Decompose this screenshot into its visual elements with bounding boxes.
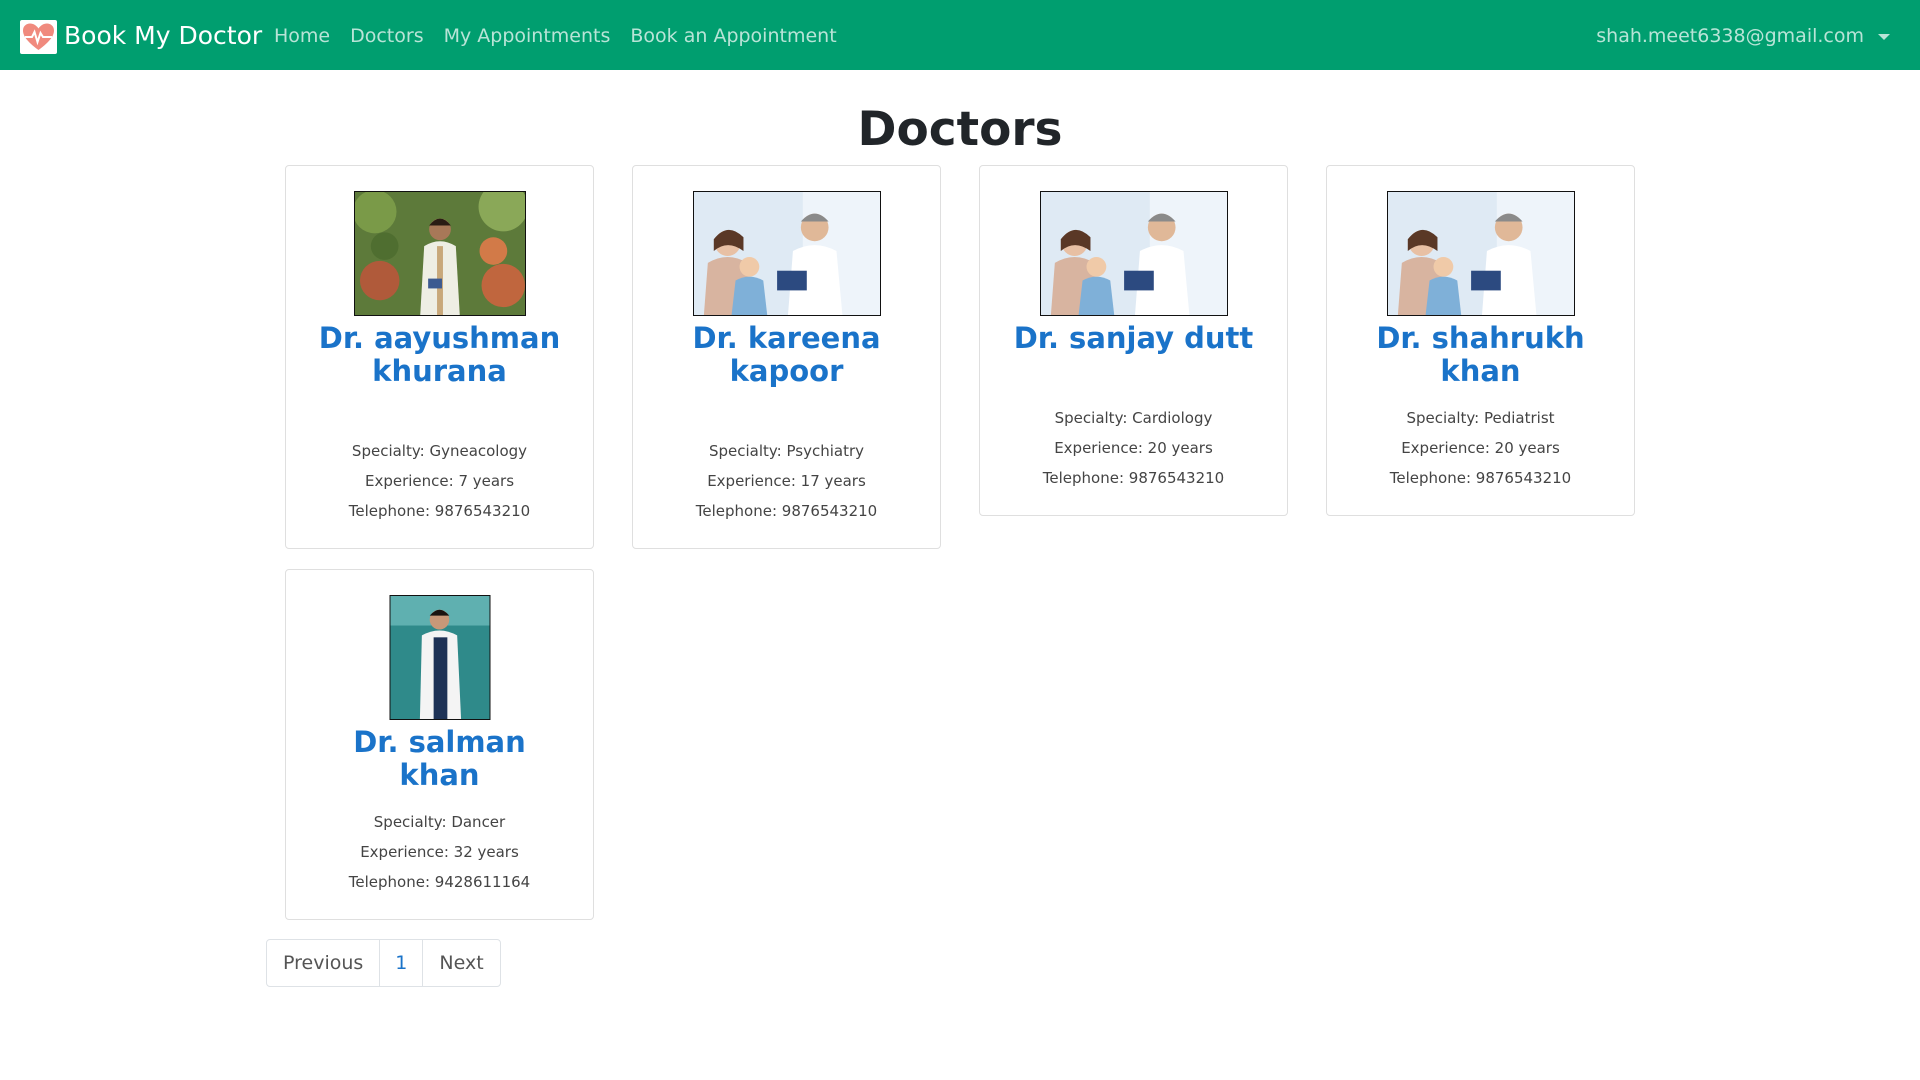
- doctor-experience: Experience: 32 years: [360, 843, 519, 861]
- doctor-photo: [692, 191, 881, 316]
- nav-links: Home Doctors My Appointments Book an App…: [274, 22, 837, 50]
- doctor-name[interactable]: Dr. kareena kapoor: [633, 322, 940, 388]
- previous-page-button[interactable]: Previous: [267, 940, 379, 986]
- page-title: Doctors: [857, 102, 1063, 157]
- doctor-photo: [1386, 191, 1575, 316]
- doctor-photo: [353, 191, 526, 316]
- doctor-telephone: Telephone: 9876543210: [1389, 469, 1572, 487]
- doctor-specialty: Specialty: Cardiology: [1054, 409, 1213, 427]
- brand-name[interactable]: Book My Doctor: [64, 19, 262, 53]
- doctor-card: Dr. salman khan Specialty: Dancer Experi…: [285, 569, 594, 920]
- navbar: Book My Doctor Home Doctors My Appointme…: [0, 0, 1920, 70]
- user-email[interactable]: shah.meet6338@gmail.com: [1596, 22, 1864, 50]
- doctor-telephone: Telephone: 9876543210: [348, 502, 531, 520]
- doctor-telephone: Telephone: 9876543210: [695, 502, 878, 520]
- doctor-telephone: Telephone: 9876543210: [1042, 469, 1225, 487]
- nav-home-link[interactable]: Home: [274, 22, 330, 50]
- caret-down-icon[interactable]: [1878, 34, 1890, 40]
- user-menu-dropdown[interactable]: shah.meet6338@gmail.com: [1596, 22, 1890, 50]
- doctor-photo: [389, 595, 490, 720]
- doctor-experience: Experience: 7 years: [364, 472, 515, 490]
- nav-my-appointments-link[interactable]: My Appointments: [444, 22, 611, 50]
- next-page-button[interactable]: Next: [422, 940, 499, 986]
- doctor-experience: Experience: 17 years: [707, 472, 866, 490]
- doctor-specialty: Specialty: Dancer: [373, 813, 506, 831]
- doctor-specialty: Specialty: Gyneacology: [351, 442, 528, 460]
- nav-book-appointment-link[interactable]: Book an Appointment: [630, 22, 836, 50]
- doctor-card: Dr. kareena kapoor Specialty: Psychiatry…: [632, 165, 941, 549]
- doctor-specialty: Specialty: Pediatrist: [1406, 409, 1555, 427]
- doctor-photo: [1039, 191, 1228, 316]
- doctor-name[interactable]: Dr. salman khan: [286, 726, 593, 792]
- doctor-card: Dr. aayushman khurana Specialty: Gyneaco…: [285, 165, 594, 549]
- doctor-specialty: Specialty: Psychiatry: [708, 442, 865, 460]
- doctor-card: Dr. sanjay dutt Specialty: Cardiology Ex…: [979, 165, 1288, 516]
- doctor-name[interactable]: Dr. shahrukh khan: [1327, 322, 1634, 388]
- doctor-experience: Experience: 20 years: [1401, 439, 1560, 457]
- heart-pulse-icon[interactable]: [20, 20, 57, 54]
- doctor-name[interactable]: Dr. sanjay dutt: [980, 322, 1287, 355]
- nav-doctors-link[interactable]: Doctors: [350, 22, 424, 50]
- doctor-telephone: Telephone: 9428611164: [348, 873, 531, 891]
- pagination: Previous 1 Next: [266, 939, 501, 987]
- doctor-card: Dr. shahrukh khan Specialty: Pediatrist …: [1326, 165, 1635, 516]
- doctor-name[interactable]: Dr. aayushman khurana: [286, 322, 593, 388]
- doctor-experience: Experience: 20 years: [1054, 439, 1213, 457]
- page-1-button[interactable]: 1: [379, 940, 422, 986]
